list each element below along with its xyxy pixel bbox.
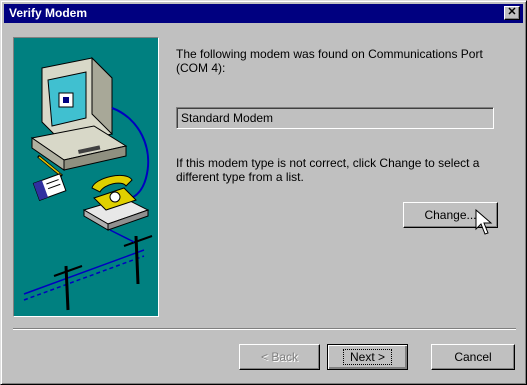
title-bar: Verify Modem ✕ — [4, 4, 523, 23]
next-button[interactable]: Next > — [327, 344, 408, 370]
computer-illustration — [30, 56, 128, 171]
cancel-button-label: Cancel — [454, 350, 492, 364]
back-button[interactable]: < Back — [239, 344, 320, 370]
close-button[interactable]: ✕ — [504, 6, 520, 20]
found-modem-text: The following modem was found on Communi… — [176, 47, 483, 75]
modem-name: Standard Modem — [181, 111, 274, 125]
verify-modem-dialog: Verify Modem ✕ The following modem was f… — [0, 0, 527, 385]
next-button-label: Next > — [342, 349, 392, 365]
separator-line — [13, 328, 516, 330]
change-button-label: Change... — [424, 208, 477, 222]
cancel-button[interactable]: Cancel — [431, 344, 515, 370]
change-hint-text: If this modem type is not correct, click… — [176, 156, 480, 184]
back-button-label: < Back — [260, 350, 299, 364]
detected-modem-field: Standard Modem — [176, 107, 494, 129]
computer-modem-illustration — [23, 56, 153, 311]
telephone-modem-illustration — [82, 175, 150, 231]
phone-line-illustration — [23, 229, 153, 311]
window-title: Verify Modem — [9, 6, 88, 20]
mouse-pointer-icon — [475, 209, 493, 235]
close-icon: ✕ — [507, 6, 517, 18]
wizard-illustration — [13, 37, 159, 317]
